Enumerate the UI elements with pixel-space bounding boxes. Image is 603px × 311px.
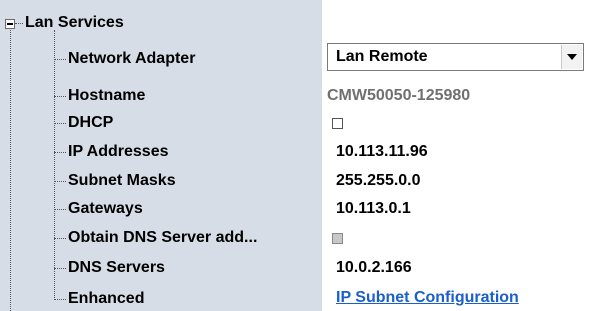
label-dns-servers: DNS Servers (68, 259, 165, 276)
tree-connector (54, 123, 66, 124)
label-gateways: Gateways (68, 200, 143, 217)
tree-connector (15, 23, 23, 24)
label-hostname: Hostname (68, 87, 146, 104)
label-ip-addresses: IP Addresses (68, 143, 169, 160)
property-names-pane: Lan Services Network Adapter Hostname DH… (0, 0, 322, 311)
tree-connector (54, 152, 66, 153)
dhcp-checkbox[interactable] (332, 118, 343, 129)
chevron-down-icon[interactable] (561, 45, 582, 69)
network-adapter-value: Lan Remote (336, 48, 428, 65)
tree-connector (54, 96, 66, 97)
tree-connector (54, 59, 66, 60)
hostname-value: CMW50050-125980 (327, 87, 471, 104)
network-adapter-select[interactable]: Lan Remote (327, 43, 584, 71)
lan-services-panel: Lan Services Network Adapter Hostname DH… (0, 0, 603, 311)
subnet-masks-value[interactable]: 255.255.0.0 (336, 171, 421, 191)
ip-subnet-configuration-link[interactable]: IP Subnet Configuration (336, 288, 519, 308)
tree-connector (54, 181, 66, 182)
label-subnet-masks: Subnet Masks (68, 172, 176, 189)
collapse-icon[interactable] (5, 19, 15, 29)
dns-servers-value[interactable]: 10.0.2.166 (336, 258, 412, 278)
label-enhanced: Enhanced (68, 290, 145, 307)
tree-guide-line (10, 30, 11, 311)
tree-connector (54, 238, 66, 239)
gateways-value[interactable]: 10.113.0.1 (336, 199, 411, 219)
label-network-adapter: Network Adapter (68, 50, 196, 67)
obtain-dns-checkbox (332, 233, 343, 244)
label-obtain-dns: Obtain DNS Server add... (68, 229, 258, 246)
label-dhcp: DHCP (68, 114, 114, 131)
tree-connector (54, 268, 66, 269)
tree-connector (54, 299, 66, 300)
tree-connector (54, 209, 66, 210)
tree-root-label[interactable]: Lan Services (25, 13, 124, 33)
tree-branch-line (54, 30, 55, 300)
ip-addresses-value[interactable]: 10.113.11.96 (336, 142, 428, 162)
